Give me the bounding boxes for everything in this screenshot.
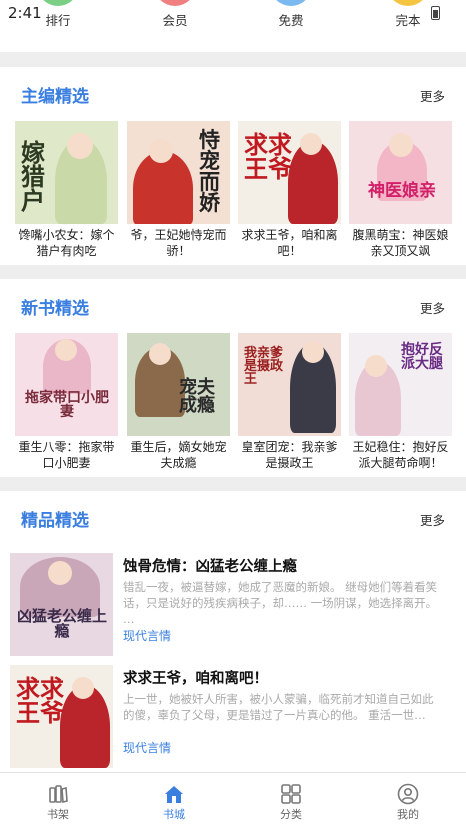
book-title: 皇室团宠：我亲爹是摄政王 [241, 440, 338, 470]
nav-label: 书城 [163, 808, 185, 821]
rank-icon [37, 0, 79, 6]
cover-title: 求求王爷 [244, 130, 292, 183]
section-title: 主编精选 [21, 87, 89, 107]
book-title: 爷，王妃她恃宠而骄！ [130, 228, 227, 258]
book-card[interactable]: 拖家带口小肥妻 重生八零：拖家带口小肥妻 [15, 333, 118, 471]
nav-label: 我的 [397, 808, 419, 821]
cover-title: 拖家带口小肥妻 [25, 390, 109, 420]
book-card[interactable]: 求求王爷 求求王爷，咱和离吧！ [238, 121, 341, 259]
section-title: 精品精选 [21, 511, 89, 531]
featured-section: 精品精选 更多 凶猛老公缠上瘾 蚀骨危情：凶猛老公缠上瘾 错乱一夜，被逼替嫁，她… [0, 491, 466, 772]
list-item[interactable]: 求求王爷 求求王爷，咱和离吧！ 上一世，她被奸人所害，被小人蒙骗，临死前才知道自… [0, 665, 466, 769]
editor-picks-section: 主编精选 更多 嫁猎户 馋嘴小农女：嫁个猎户有肉吃 恃宠而娇 爷，王妃她恃宠而骄… [0, 67, 466, 265]
bottom-nav: 书架 书城 分类 我的 [0, 772, 466, 828]
book-description: 上一世，她被奸人所害，被小人蒙骗，临死前才知道自己如此的傻，辜负了父母，更是错过… [123, 692, 434, 722]
book-cover: 恃宠而娇 [127, 121, 230, 224]
book-card[interactable]: 恃宠而娇 爷，王妃她恃宠而骄！ [127, 121, 230, 259]
book-cover: 求求王爷 [238, 121, 341, 224]
book-title: 腹黑萌宝：神医娘亲又顶又飒 [352, 228, 449, 258]
more-link[interactable]: 更多 [420, 298, 445, 317]
book-card[interactable]: 我亲爹是摄政王 皇室团宠：我亲爹是摄政王 [238, 333, 341, 471]
grid-icon [281, 784, 301, 804]
bookshelf-icon [49, 785, 68, 804]
book-description: 错乱一夜，被逼替嫁，她成了恶魔的新娘。 继母她们等着看笑话，只是说好的残疾病秧子… [123, 580, 438, 626]
nav-label: 书架 [47, 808, 69, 821]
user-icon [397, 783, 419, 805]
book-title: 求求王爷，咱和离吧！ [241, 228, 338, 258]
book-title: 重生八零：拖家带口小肥妻 [18, 440, 115, 470]
app-screen: 2:41 排行 会员 免费 完本 主编精选 更多 嫁猎户 馋嘴小农女：嫁个猎户有… [0, 0, 466, 828]
book-cover: 我亲爹是摄政王 [238, 333, 341, 436]
book-title: 蚀骨危情：凶猛老公缠上瘾 [123, 559, 297, 575]
book-title: 求求王爷，咱和离吧！ [123, 671, 268, 687]
finished-icon [387, 0, 429, 6]
book-card[interactable]: 宠夫成瘾 重生后，嫡女她宠夫成瘾 [127, 333, 230, 471]
section-title: 新书精选 [21, 299, 89, 319]
book-cover: 凶猛老公缠上瘾 [10, 553, 113, 656]
cover-title: 凶猛老公缠上瘾 [16, 607, 107, 640]
cover-title: 嫁猎户 [21, 138, 45, 215]
cover-title: 我亲爹是摄政王 [244, 346, 284, 387]
book-cover: 嫁猎户 [15, 121, 118, 224]
book-cover: 拖家带口小肥妻 [15, 333, 118, 436]
cover-title: 恃宠而娇 [199, 127, 220, 215]
nav-profile[interactable]: 我的 [350, 773, 466, 828]
book-card[interactable]: 嫁猎户 馋嘴小农女：嫁个猎户有肉吃 [15, 121, 118, 259]
book-card[interactable]: 神医娘亲 腹黑萌宝：神医娘亲又顶又飒 [349, 121, 452, 259]
more-link[interactable]: 更多 [420, 86, 445, 105]
nav-bookstore[interactable]: 书城 [116, 773, 232, 828]
list-item[interactable]: 凶猛老公缠上瘾 蚀骨危情：凶猛老公缠上瘾 错乱一夜，被逼替嫁，她成了恶魔的新娘。… [0, 553, 466, 657]
cover-title: 求求王爷 [16, 674, 64, 727]
nav-bookshelf[interactable]: 书架 [0, 773, 116, 828]
cover-title: 神医娘亲 [368, 181, 436, 201]
cover-title: 宠夫成瘾 [179, 377, 215, 416]
book-card[interactable]: 抱好反派大腿 王妃稳住：抱好反派大腿苟命啊！ [349, 333, 452, 471]
book-title: 馋嘴小农女：嫁个猎户有肉吃 [18, 228, 115, 258]
top-quick-nav: 2:41 排行 会员 免费 完本 [0, 0, 466, 52]
book-cover: 宠夫成瘾 [127, 333, 230, 436]
free-icon [270, 0, 312, 6]
new-books-section: 新书精选 更多 拖家带口小肥妻 重生八零：拖家带口小肥妻 宠夫成瘾 重生后，嫡女… [0, 279, 466, 477]
quick-nav-label: 排行 [45, 13, 71, 28]
vip-icon [154, 0, 196, 6]
book-title: 王妃稳住：抱好反派大腿苟命啊！ [352, 440, 449, 470]
genre-tag[interactable]: 现代言情 [123, 627, 171, 644]
cover-title: 抱好反派大腿 [401, 342, 443, 372]
book-title: 重生后，嫡女她宠夫成瘾 [130, 440, 227, 470]
nav-category[interactable]: 分类 [233, 773, 349, 828]
book-cover: 抱好反派大腿 [349, 333, 452, 436]
home-icon [165, 786, 183, 803]
book-cover: 求求王爷 [10, 665, 113, 768]
genre-tag[interactable]: 现代言情 [123, 739, 171, 756]
quick-nav-label: 会员 [162, 13, 188, 28]
quick-nav-label: 完本 [395, 13, 421, 28]
more-link[interactable]: 更多 [420, 510, 445, 529]
quick-nav-label: 免费 [278, 13, 304, 28]
book-cover: 神医娘亲 [349, 121, 452, 224]
nav-label: 分类 [280, 808, 302, 821]
